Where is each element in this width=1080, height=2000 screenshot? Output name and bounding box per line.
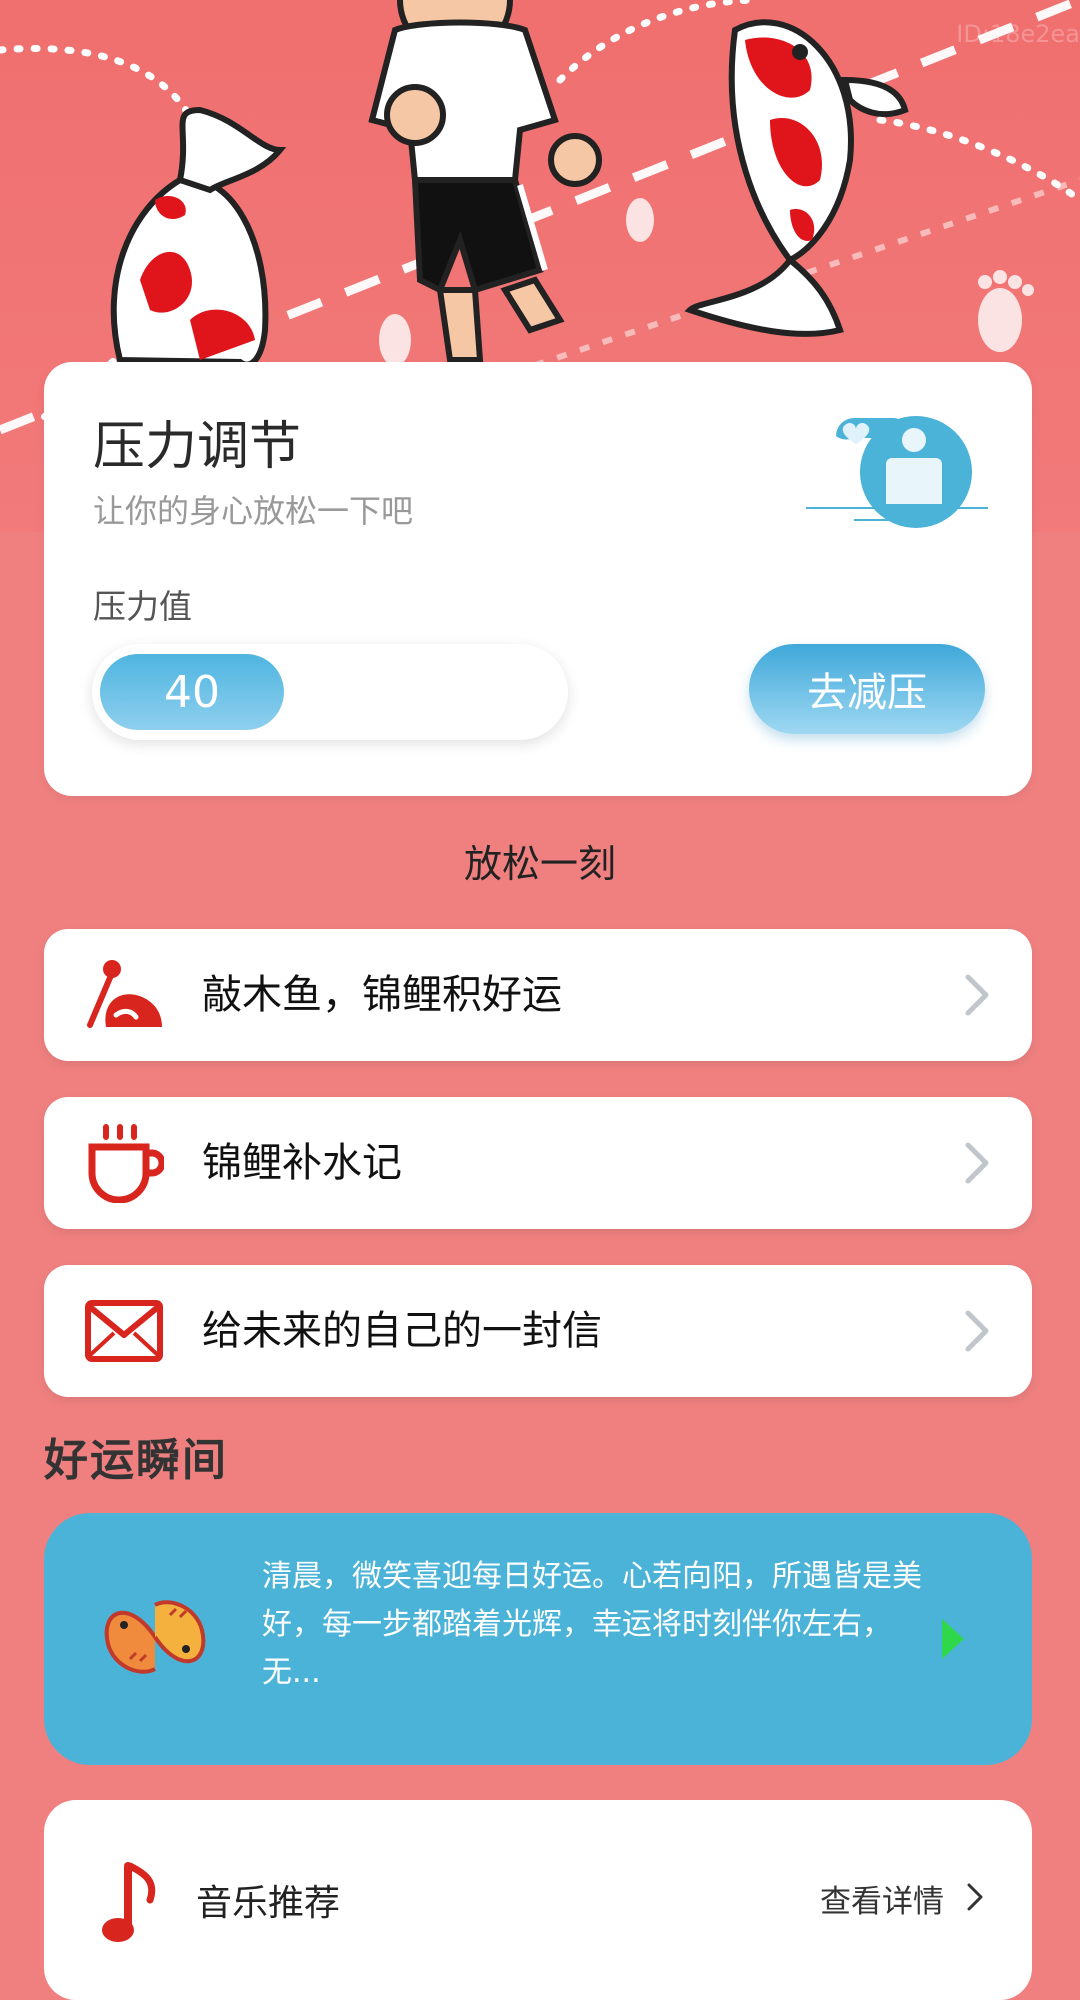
cup-icon bbox=[88, 1124, 164, 1203]
play-icon[interactable] bbox=[940, 1617, 966, 1661]
chevron-right-icon bbox=[965, 974, 989, 1016]
watermark: ID:18e2ea bbox=[956, 20, 1080, 48]
envelope-icon bbox=[85, 1300, 163, 1362]
stress-level-bar: 40 bbox=[92, 644, 568, 740]
luck-card[interactable]: 清晨，微笑喜迎每日好运。心若向阳，所遇皆是美好，每一步都踏着光辉，幸运将时刻伴你… bbox=[44, 1513, 1032, 1765]
relax-section-title: 放松一刻 bbox=[463, 842, 616, 886]
view-details-link[interactable]: 查看详情 bbox=[820, 1876, 944, 1921]
music-label: 音乐推荐 bbox=[196, 1883, 341, 1924]
list-item-label: 给未来的自己的一封信 bbox=[202, 1308, 602, 1354]
chevron-right-icon bbox=[965, 1310, 989, 1352]
stress-title: 压力调节 bbox=[93, 417, 302, 477]
relieve-stress-button[interactable]: 去减压 bbox=[749, 644, 985, 734]
stress-level-fill: 40 bbox=[100, 654, 284, 730]
wooden-fish-icon bbox=[87, 960, 162, 1028]
stress-subtitle: 让你的身心放松一下吧 bbox=[93, 492, 414, 530]
list-item-koi-hydration[interactable]: 锦鲤补水记 bbox=[44, 1097, 1032, 1229]
chevron-right-icon bbox=[967, 1883, 983, 1911]
list-item-wooden-fish[interactable]: 敲木鱼，锦鲤积好运 bbox=[44, 929, 1032, 1061]
list-item-future-letter[interactable]: 给未来的自己的一封信 bbox=[44, 1265, 1032, 1397]
stress-value-label: 压力值 bbox=[93, 587, 192, 626]
luck-section-title: 好运瞬间 bbox=[44, 1435, 228, 1486]
chevron-right-icon bbox=[965, 1142, 989, 1184]
person-relax-icon bbox=[806, 416, 988, 528]
stress-card: 压力调节 让你的身心放松一下吧 压力值 40 去减压 bbox=[44, 362, 1032, 796]
music-note-icon bbox=[102, 1862, 156, 1942]
music-card[interactable]: 音乐推荐 查看详情 bbox=[44, 1800, 1032, 2000]
list-item-label: 锦鲤补水记 bbox=[202, 1140, 402, 1186]
koi-pair-icon bbox=[104, 1600, 206, 1674]
list-item-label: 敲木鱼，锦鲤积好运 bbox=[202, 972, 562, 1018]
luck-message: 清晨，微笑喜迎每日好运。心若向阳，所遇皆是美好，每一步都踏着光辉，幸运将时刻伴你… bbox=[262, 1559, 922, 1690]
